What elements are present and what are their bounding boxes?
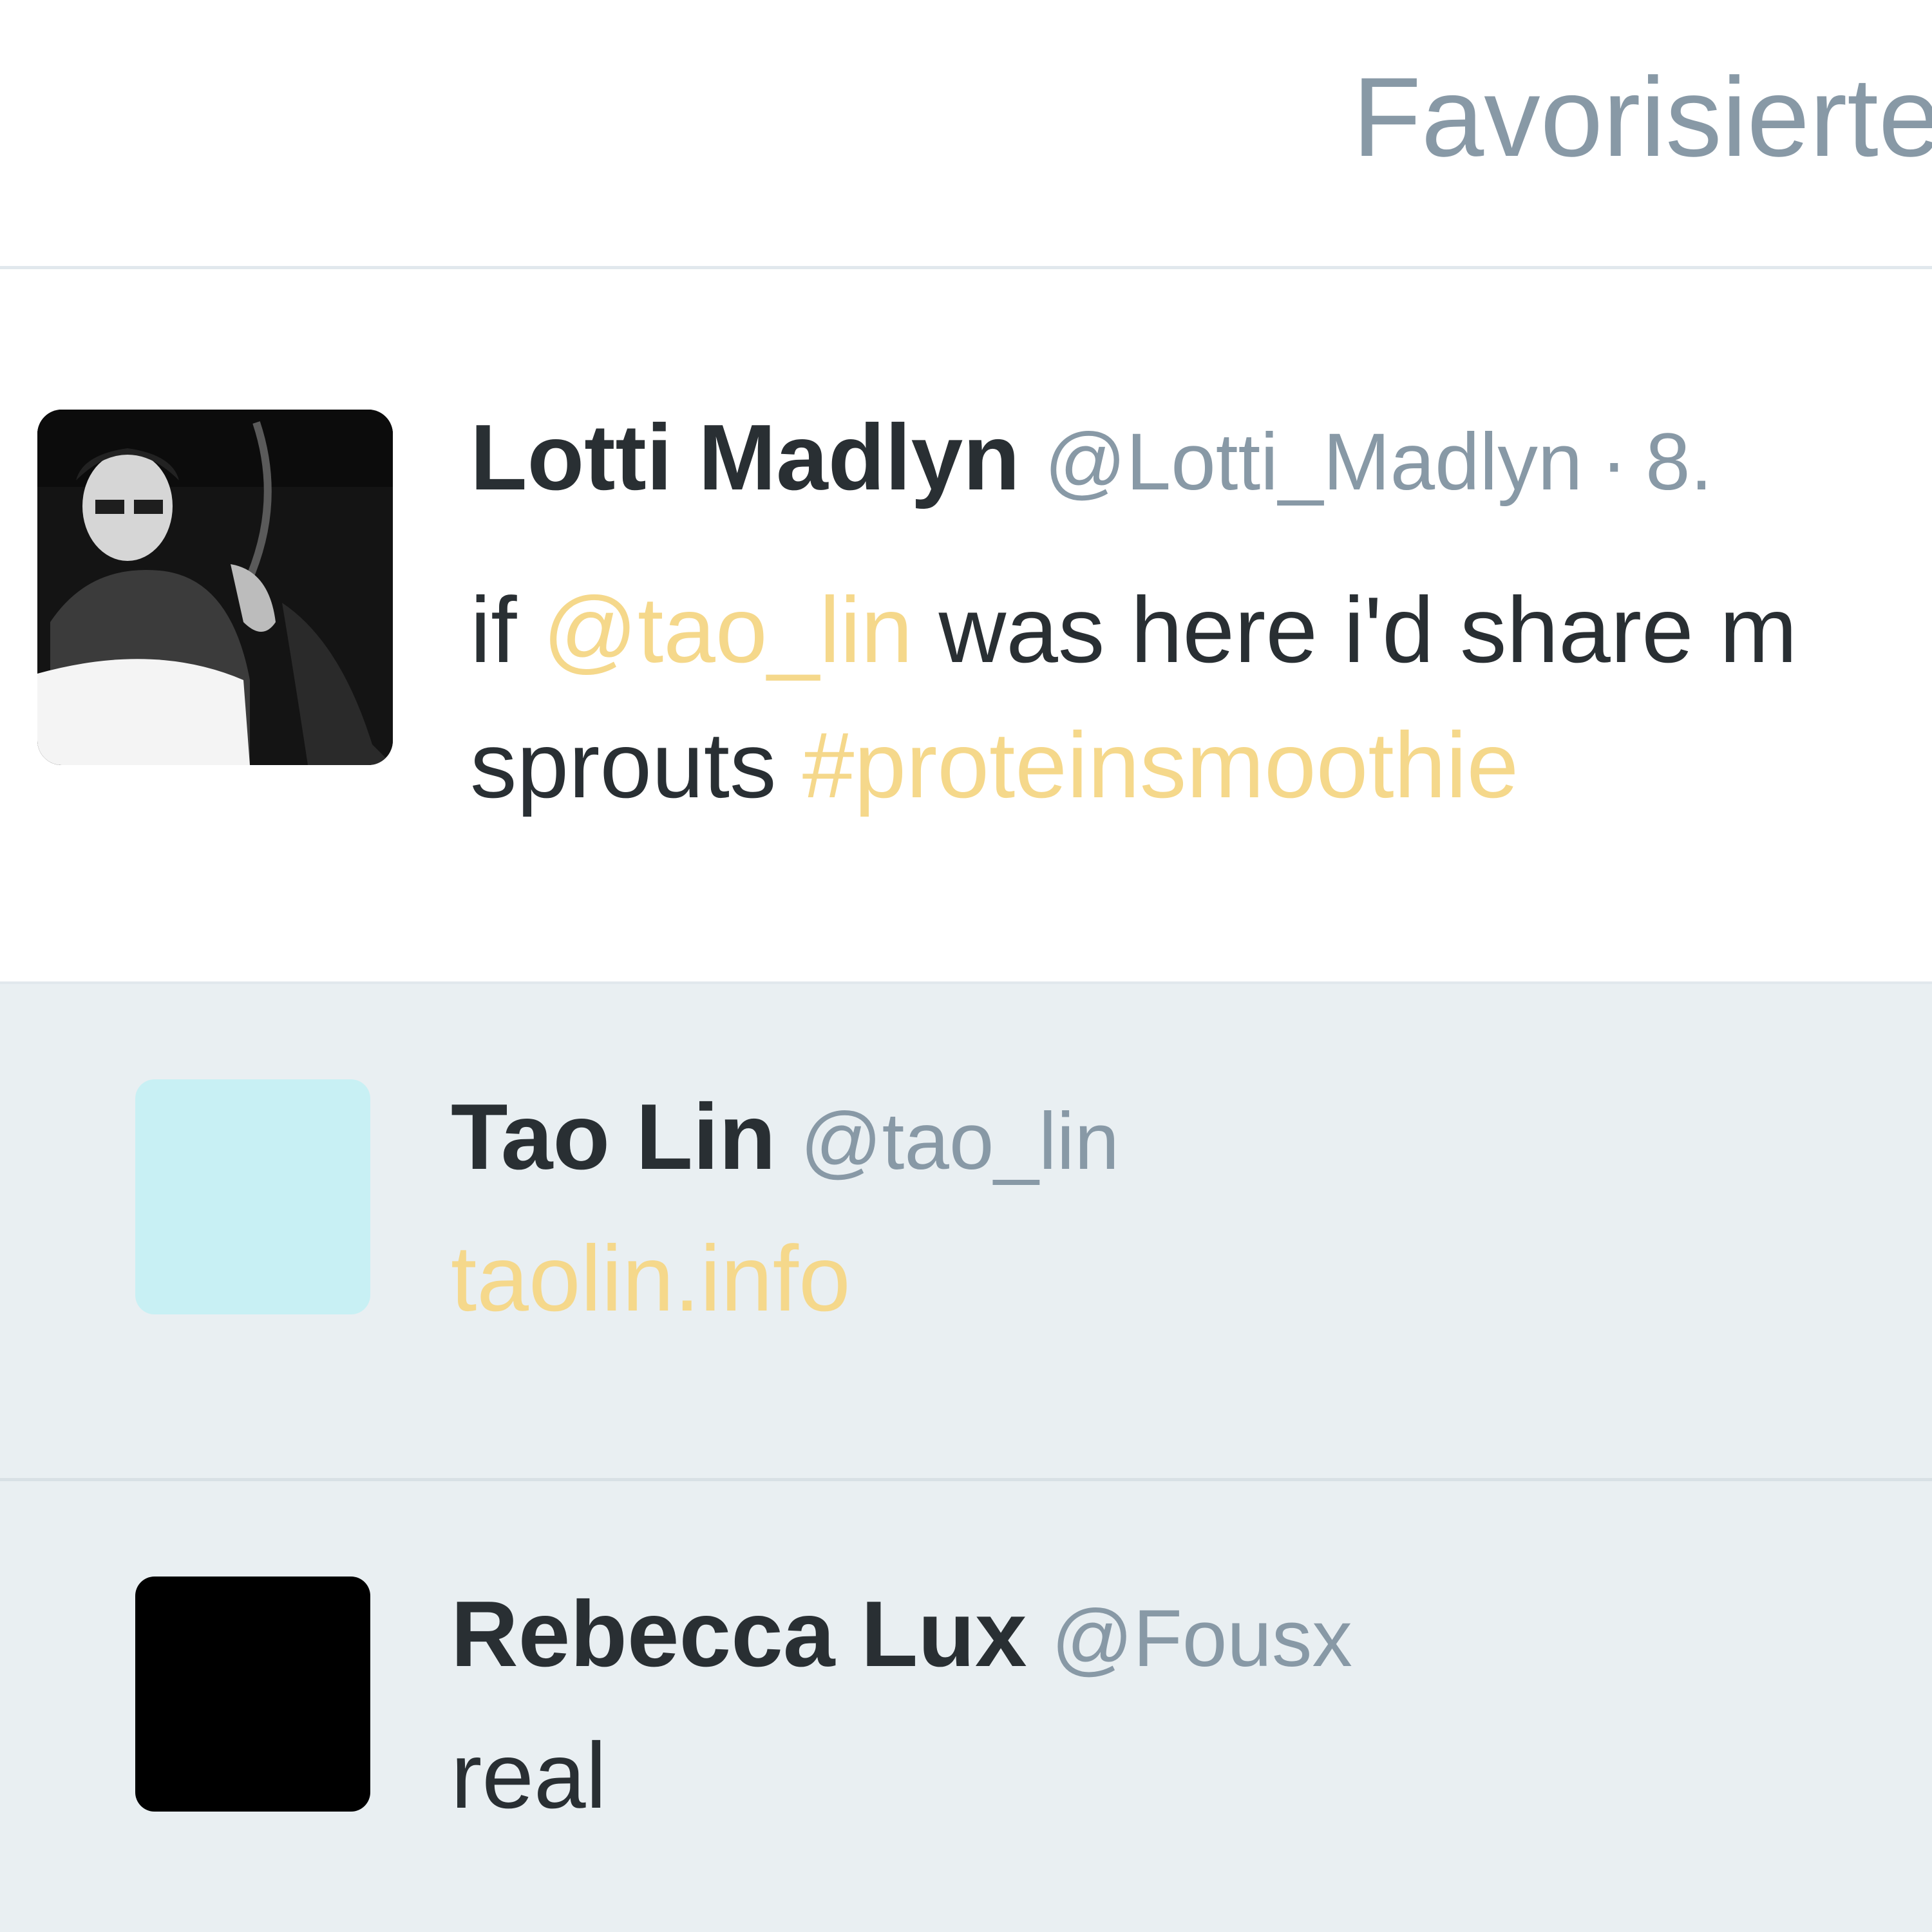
avatar[interactable] bbox=[135, 1079, 370, 1314]
mention-link[interactable]: @tao_lin bbox=[543, 578, 913, 682]
author-screenname[interactable]: @Fousx bbox=[1052, 1594, 1352, 1683]
author-screenname[interactable]: @Lotti_Madlyn bbox=[1045, 417, 1583, 507]
profile-url-link[interactable]: taolin.info bbox=[451, 1232, 851, 1325]
conversation-header: Rebecca Lux @Fousx bbox=[451, 1587, 1352, 1681]
conversation-header: Tao Lin @tao_lin bbox=[451, 1090, 1119, 1184]
reply-text: real bbox=[451, 1723, 607, 1828]
avatar[interactable] bbox=[135, 1577, 370, 1812]
avatar[interactable] bbox=[37, 410, 393, 765]
author-screenname[interactable]: @tao_lin bbox=[800, 1097, 1119, 1186]
tweet-text: if @tao_lin was here i'd share m sprouts… bbox=[470, 562, 1932, 833]
conversation-item[interactable]: Tao Lin @tao_lin taolin.info bbox=[0, 984, 1932, 1481]
header-separator: · bbox=[1600, 417, 1628, 507]
tweet-timestamp[interactable]: 8. bbox=[1645, 417, 1712, 507]
tab-favorites[interactable]: Favorisierte bbox=[1352, 61, 1932, 174]
tweet-text-line2: sprouts bbox=[470, 713, 802, 817]
author-fullname[interactable]: Tao Lin bbox=[451, 1084, 776, 1189]
hashtag-link[interactable]: #proteinsmoothie bbox=[802, 713, 1519, 817]
stream-header: Favorisierte bbox=[0, 0, 1932, 269]
tweet-text-middle: was here i'd share m bbox=[913, 578, 1797, 682]
author-fullname[interactable]: Lotti Madlyn bbox=[470, 405, 1020, 509]
tweet-header: Lotti Madlyn @Lotti_Madlyn · 8. bbox=[470, 411, 1712, 504]
tweet[interactable]: Lotti Madlyn @Lotti_Madlyn · 8. if @tao_lin… bbox=[0, 269, 1932, 984]
tweet-text-prefix: if bbox=[470, 578, 543, 682]
conversation-item[interactable]: Rebecca Lux @Fousx real bbox=[0, 1481, 1932, 1932]
author-fullname[interactable]: Rebecca Lux bbox=[451, 1582, 1027, 1686]
